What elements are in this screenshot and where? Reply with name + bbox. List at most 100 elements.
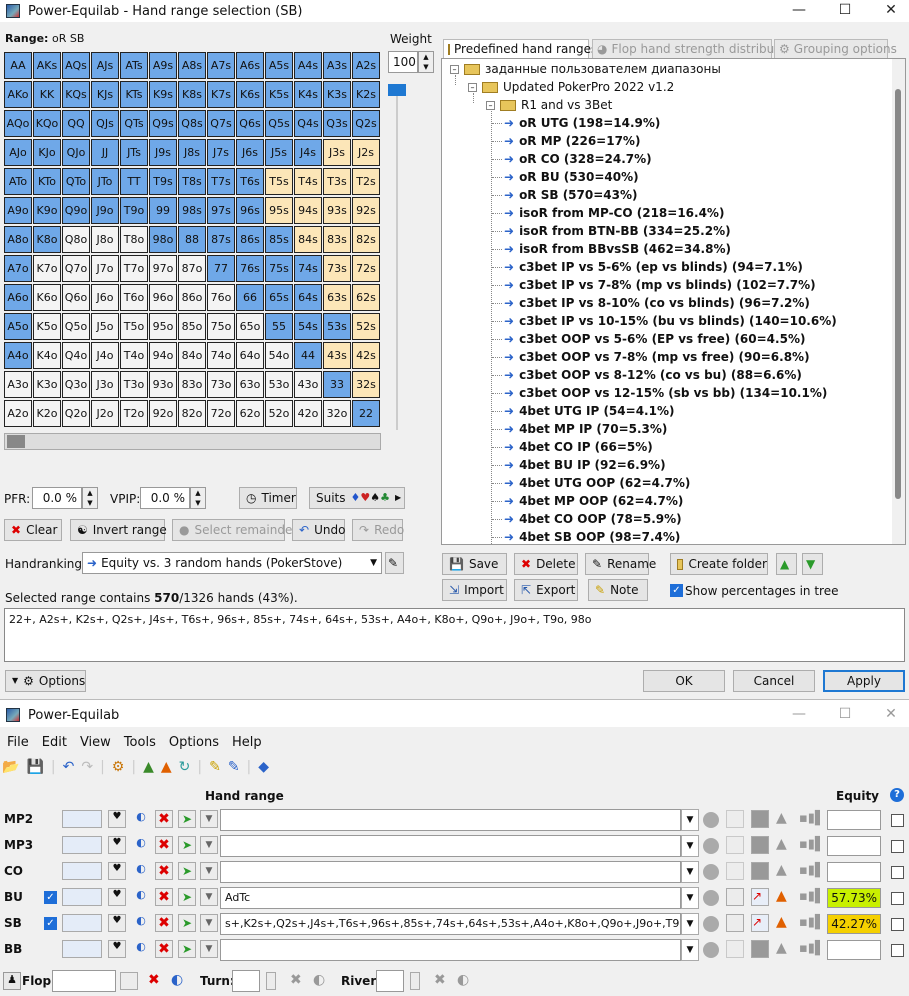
tree-range-item[interactable]: ➜ oR BU (530=40%) <box>492 170 639 184</box>
hand-cell[interactable]: A5o <box>4 313 32 340</box>
hand-cell[interactable]: 93o <box>149 371 177 398</box>
undo-icon[interactable]: ↶ <box>63 759 75 775</box>
fire-icon[interactable]: ▲ <box>161 759 172 775</box>
invert-range-button[interactable]: ☯ Invert range <box>70 519 167 541</box>
hand-cell[interactable]: 44 <box>294 342 322 369</box>
hand-cell[interactable]: 74o <box>207 342 235 369</box>
hand-cell[interactable]: K5o <box>33 313 61 340</box>
hand-cell[interactable]: KK <box>33 81 61 108</box>
bar-chart-icon[interactable]: ▪▮▌ <box>799 811 825 826</box>
hand-cell[interactable]: 63o <box>236 371 264 398</box>
graph-icon[interactable]: ↗ <box>751 888 769 906</box>
hand-cell[interactable]: 65o <box>236 313 264 340</box>
clear-hand-icon[interactable]: ✖ <box>155 836 173 854</box>
hand-cell[interactable]: T6o <box>120 284 148 311</box>
hand-cell[interactable]: Q4o <box>62 342 90 369</box>
tree-range-item[interactable]: ➜ c3bet OOP vs 8-12% (co vs bu) (88=6.6%) <box>492 368 802 382</box>
hand-cell[interactable]: ATs <box>120 52 148 79</box>
hand-cell[interactable]: 86o <box>178 284 206 311</box>
hand-cell[interactable]: 85o <box>178 313 206 340</box>
tree-range-item[interactable]: ➜ isoR from MP-CO (218=16.4%) <box>492 206 724 220</box>
hand-cell[interactable]: J4s <box>294 139 322 166</box>
hand-cell[interactable]: QJs <box>91 110 119 137</box>
hand-cell[interactable]: K7s <box>207 81 235 108</box>
go-arrow-icon[interactable]: ➤ <box>178 914 196 932</box>
weight-slider-track[interactable] <box>396 90 398 430</box>
hand-cell[interactable]: 42o <box>294 400 322 427</box>
hand-cell[interactable]: J8o <box>91 226 119 253</box>
tree-range-item[interactable]: ➜ isoR from BTN-BB (334=25.2%) <box>492 224 731 238</box>
hand-cell[interactable]: A3o <box>4 371 32 398</box>
hand-cell[interactable]: A8s <box>178 52 206 79</box>
open-icon[interactable]: 📂 <box>2 759 19 775</box>
tree-range-item[interactable]: ➜ c3bet IP vs 8-10% (co vs blinds) (96=7.… <box>492 296 810 310</box>
range-dropdown-icon[interactable]: ▼ <box>681 887 699 909</box>
range-dropdown-icon[interactable]: ▼ <box>681 861 699 883</box>
river-input[interactable] <box>376 970 404 992</box>
menu-tools[interactable]: Tools <box>117 735 162 755</box>
hand-cell[interactable]: 95s <box>265 197 293 224</box>
tree-folder-r1[interactable]: – R1 and vs 3Bet <box>486 98 612 112</box>
hand-cell[interactable]: Q6s <box>236 110 264 137</box>
graph-icon[interactable] <box>751 810 769 828</box>
card-selector-icon[interactable] <box>62 888 102 906</box>
hand-cell[interactable]: J7o <box>91 255 119 282</box>
graph-icon[interactable] <box>751 862 769 880</box>
tree-range-item[interactable]: ➜ oR SB (570=43%) <box>492 188 638 202</box>
pfr-spinner[interactable]: ▲ ▼ <box>82 487 98 509</box>
hand-cell[interactable]: A9s <box>149 52 177 79</box>
main-minimize-button[interactable]: — <box>776 704 822 726</box>
hand-cell[interactable]: 75s <box>265 255 293 282</box>
hand-cell[interactable]: T3s <box>323 168 351 195</box>
hand-cell[interactable]: Q9s <box>149 110 177 137</box>
hand-cell[interactable]: 33 <box>323 371 351 398</box>
tree-range-item[interactable]: ➜ 4bet CO OOP (78=5.9%) <box>492 512 682 526</box>
hand-cell[interactable]: J9s <box>149 139 177 166</box>
create-folder-button[interactable]: Create folder <box>670 553 768 575</box>
hand-cell[interactable]: 84s <box>294 226 322 253</box>
stats-icon[interactable] <box>726 862 744 880</box>
bar-chart-icon[interactable]: ▪▮▌ <box>799 915 825 930</box>
card-icon[interactable]: ♥ <box>108 810 126 828</box>
tree-range-item[interactable]: ➜ c3bet IP vs 5-6% (ep vs blinds) (94=7.1… <box>492 260 803 274</box>
hand-cell[interactable]: Q2o <box>62 400 90 427</box>
random-hand-icon[interactable]: ◐ <box>132 888 150 906</box>
hand-cell[interactable]: 54s <box>294 313 322 340</box>
hand-cell[interactable]: J8s <box>178 139 206 166</box>
hand-cell[interactable]: QJo <box>62 139 90 166</box>
tree-root[interactable]: – заданные пользователем диапазоны <box>450 62 721 76</box>
show-percentages-checkbox[interactable]: ✓ <box>670 584 683 597</box>
hand-cell[interactable]: K5s <box>265 81 293 108</box>
hand-cell[interactable]: J6s <box>236 139 264 166</box>
hand-cell[interactable]: Q7o <box>62 255 90 282</box>
main-maximize-button[interactable]: ☐ <box>822 704 868 726</box>
card-icon[interactable]: ♥ <box>108 914 126 932</box>
hand-cell[interactable]: QTs <box>120 110 148 137</box>
vpip-input[interactable]: 0.0 % <box>140 487 190 509</box>
turn-input[interactable] <box>232 970 260 992</box>
hand-cell[interactable]: K2s <box>352 81 380 108</box>
hand-cell[interactable]: K9o <box>33 197 61 224</box>
tree-folder-updated[interactable]: – Updated PokerPro 2022 v1.2 <box>468 80 674 94</box>
hand-cell[interactable]: TT <box>120 168 148 195</box>
hand-cell[interactable]: J4o <box>91 342 119 369</box>
tree-range-item[interactable]: ➜ 4bet MP OOP (62=4.7%) <box>492 494 683 508</box>
tree-range-item[interactable]: ➜ 4bet CO IP (66=5%) <box>492 440 653 454</box>
hand-cell[interactable]: K6s <box>236 81 264 108</box>
chevron-down-icon[interactable]: ▼ <box>200 914 218 932</box>
river-clear-icon[interactable]: ✖ <box>434 972 446 988</box>
weight-slider-handle[interactable] <box>388 84 406 96</box>
fire-icon[interactable]: ▲ <box>776 940 787 956</box>
hand-cell[interactable]: A8o <box>4 226 32 253</box>
hand-cell[interactable]: 82o <box>178 400 206 427</box>
river-cards-icon[interactable] <box>410 972 420 990</box>
hand-cell[interactable]: 32o <box>323 400 351 427</box>
card-icon[interactable]: ♥ <box>108 836 126 854</box>
maximize-button[interactable]: ☐ <box>822 0 868 22</box>
bar-chart-icon[interactable]: ▪▮▌ <box>799 941 825 956</box>
hand-range-input[interactable] <box>220 939 681 961</box>
fire-icon[interactable]: ▲ <box>776 836 787 852</box>
hand-cell[interactable]: Q5s <box>265 110 293 137</box>
hand-cell[interactable]: J6o <box>91 284 119 311</box>
flop-input[interactable] <box>52 970 116 992</box>
